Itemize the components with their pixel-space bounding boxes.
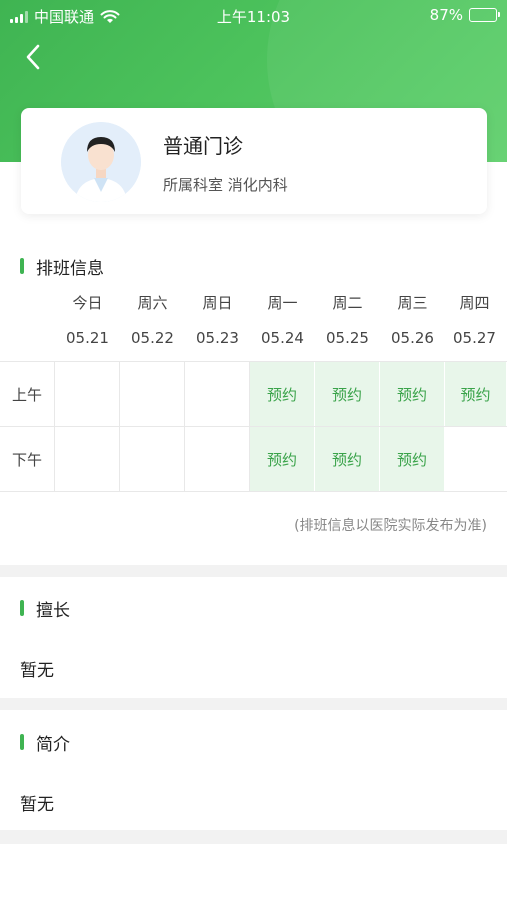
battery-icon	[469, 8, 500, 22]
schedule-cell	[120, 427, 185, 491]
day-header: 周日 05.23	[185, 292, 250, 347]
doctor-avatar	[61, 122, 141, 202]
day-date: 05.24	[261, 329, 304, 347]
day-header: 周六 05.22	[120, 292, 185, 347]
day-header: 周二 05.25	[315, 292, 380, 347]
day-date: 05.23	[196, 329, 239, 347]
schedule-note: (排班信息以医院实际发布为准)	[294, 518, 487, 534]
intro-text: 暂无	[20, 795, 54, 815]
schedule-grid: 上午 预约 预约 预约 预约 下午 预约 预约 预约	[0, 361, 507, 492]
schedule-cell	[185, 362, 250, 426]
day-header: 周一 05.24	[250, 292, 315, 347]
section-accent-bar	[20, 734, 24, 750]
day-name: 周四	[459, 294, 490, 312]
row-label: 下午	[0, 427, 55, 491]
day-name: 今日	[72, 294, 103, 312]
day-name: 周日	[202, 294, 233, 312]
day-date: 05.25	[326, 329, 369, 347]
doctor-department: 所属科室 消化内科	[163, 176, 288, 194]
book-slot-button[interactable]: 预约	[380, 362, 445, 426]
schedule-row-morning: 上午 预约 预约 预约 预约	[0, 362, 507, 427]
book-slot-button[interactable]: 预约	[380, 427, 445, 491]
book-slot-button[interactable]: 预约	[250, 427, 315, 491]
row-label: 上午	[0, 362, 55, 426]
specialty-text: 暂无	[20, 661, 54, 681]
specialty-section-header: 擅长	[0, 588, 507, 628]
day-date: 05.27	[453, 329, 496, 347]
section-divider	[0, 698, 507, 710]
doctor-name: 普通门诊	[163, 134, 243, 158]
day-date: 05.26	[391, 329, 434, 347]
day-name: 周三	[397, 294, 428, 312]
chevron-left-icon	[26, 44, 40, 70]
schedule-cell	[185, 427, 250, 491]
doctor-avatar-illustration	[61, 122, 141, 202]
day-date: 05.22	[131, 329, 174, 347]
back-button[interactable]	[18, 40, 48, 74]
section-accent-bar	[20, 600, 24, 616]
schedule-title: 排班信息	[36, 258, 104, 279]
status-bar: 中国联通 上午11:03 87%	[0, 0, 507, 30]
intro-section-header: 简介	[0, 722, 507, 762]
day-header: 周三 05.26	[380, 292, 445, 347]
day-name: 周二	[332, 294, 363, 312]
schedule-row-afternoon: 下午 预约 预约 预约	[0, 427, 507, 492]
section-divider	[0, 565, 507, 577]
doctor-card: 普通门诊 所属科室 消化内科	[21, 108, 487, 214]
section-divider	[0, 830, 507, 844]
day-name: 周一	[267, 294, 298, 312]
book-slot-button[interactable]: 预约	[445, 362, 507, 426]
book-slot-button[interactable]: 预约	[315, 362, 380, 426]
section-accent-bar	[20, 258, 24, 274]
intro-title: 简介	[36, 734, 70, 755]
battery-percent: 87%	[429, 6, 463, 24]
day-name: 周六	[137, 294, 168, 312]
day-header: 今日 05.21	[55, 292, 120, 347]
schedule-section-header: 排班信息	[0, 246, 507, 286]
schedule-cell	[55, 427, 120, 491]
day-date: 05.21	[66, 329, 109, 347]
day-header: 周四 05.27	[442, 292, 507, 347]
status-right: 87%	[429, 6, 500, 24]
schedule-cell	[55, 362, 120, 426]
book-slot-button[interactable]: 预约	[250, 362, 315, 426]
schedule-cell	[120, 362, 185, 426]
specialty-title: 擅长	[36, 600, 70, 621]
book-slot-button[interactable]: 预约	[315, 427, 380, 491]
schedule-cell	[445, 427, 507, 491]
